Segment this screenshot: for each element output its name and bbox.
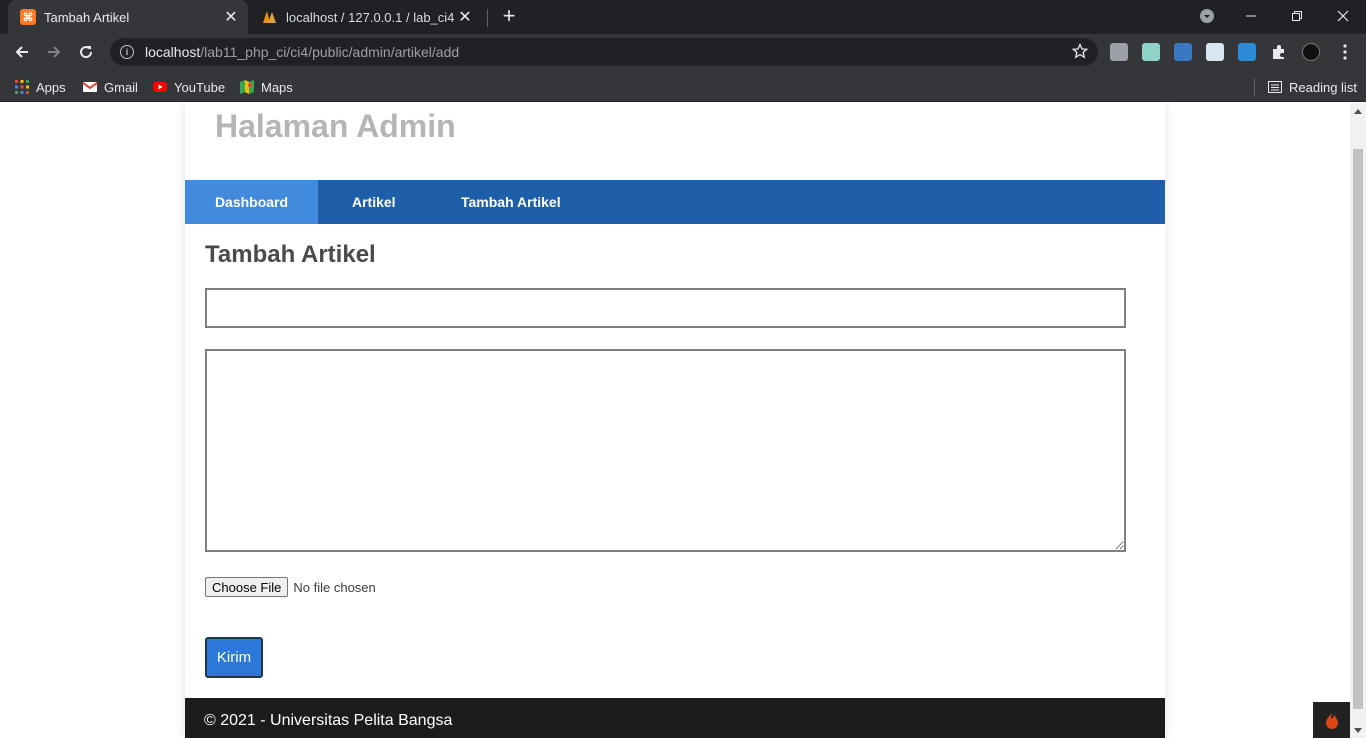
- page-viewport: Halaman Admin Dashboard Artikel Tambah A…: [0, 103, 1350, 738]
- page-heading: Tambah Artikel: [205, 241, 376, 268]
- close-window-button[interactable]: [1320, 0, 1366, 32]
- bookmarks-separator: [1254, 78, 1255, 96]
- codeigniter-debug-toolbar-button[interactable]: [1313, 702, 1350, 738]
- site-info-icon[interactable]: i: [120, 45, 134, 59]
- file-upload-row: Choose File No file chosen: [205, 577, 376, 597]
- file-status-text: No file chosen: [293, 579, 376, 595]
- forward-button[interactable]: [40, 38, 68, 66]
- extension-image-icon[interactable]: [1174, 43, 1192, 61]
- maps-icon: [240, 80, 254, 94]
- choose-file-button[interactable]: Choose File: [205, 577, 289, 597]
- tab-tambah-artikel[interactable]: ⌘ Tambah Artikel ✕: [8, 0, 248, 34]
- minimize-button[interactable]: [1228, 0, 1274, 32]
- reload-icon: [80, 46, 93, 59]
- url-host: localhost: [145, 44, 201, 60]
- bookmark-label: Gmail: [104, 79, 138, 95]
- extension-feather-icon[interactable]: [1142, 43, 1160, 61]
- tab-phpmyadmin[interactable]: localhost / 127.0.0.1 / lab_ci4 / us ✕: [250, 0, 482, 34]
- footer-text: © 2021 - Universitas Pelita Bangsa: [204, 712, 453, 729]
- reading-list-label: Reading list: [1289, 79, 1357, 95]
- main-navbar: Dashboard Artikel Tambah Artikel: [185, 180, 1165, 224]
- bookmark-gmail[interactable]: Gmail: [82, 78, 138, 96]
- bookmarks-bar: Apps Gmail YouTube Maps Reading list: [0, 70, 1366, 102]
- arrow-right-icon: [48, 46, 61, 58]
- new-tab-button[interactable]: +: [498, 5, 520, 29]
- site-title: Halaman Admin: [215, 108, 456, 144]
- apps-grid-icon: [15, 80, 29, 94]
- page-footer: © 2021 - Universitas Pelita Bangsa: [185, 698, 1165, 738]
- nav-dashboard[interactable]: Dashboard: [185, 180, 318, 224]
- url-text: localhost/lab11_php_ci/ci4/public/admin/…: [145, 44, 459, 60]
- extension-cloud-icon[interactable]: [1206, 43, 1224, 61]
- bookmark-label: Maps: [261, 79, 293, 95]
- close-icon: [1337, 10, 1349, 22]
- extensions-puzzle-icon[interactable]: [1270, 43, 1288, 61]
- address-bar[interactable]: i localhost/lab11_php_ci/ci4/public/admi…: [110, 38, 1098, 66]
- bookmark-maps[interactable]: Maps: [239, 78, 293, 96]
- back-button[interactable]: [8, 38, 36, 66]
- bookmark-label: Apps: [36, 79, 66, 95]
- tab-separator: [487, 9, 488, 27]
- gmail-icon: [82, 82, 98, 92]
- admin-container: Halaman Admin Dashboard Artikel Tambah A…: [185, 103, 1165, 738]
- reading-list-button[interactable]: Reading list: [1267, 78, 1357, 96]
- kirim-button[interactable]: Kirim: [205, 637, 263, 678]
- chevron-down-circle-icon: [1200, 9, 1214, 23]
- tab-search-button[interactable]: [1184, 0, 1230, 32]
- profile-avatar-icon[interactable]: [1302, 43, 1320, 61]
- bookmark-label: YouTube: [174, 79, 226, 95]
- tab-title: localhost / 127.0.0.1 / lab_ci4 / us: [286, 9, 456, 25]
- minimize-icon: [1246, 15, 1256, 17]
- nav-tambah-artikel[interactable]: Tambah Artikel: [461, 180, 561, 224]
- scroll-up-arrow-icon[interactable]: [1354, 109, 1362, 114]
- youtube-icon: [153, 82, 167, 92]
- isi-textarea[interactable]: [205, 349, 1126, 552]
- url-path: /lab11_php_ci/ci4/public/admin/artikel/a…: [200, 44, 460, 60]
- page-scrollbar[interactable]: [1350, 103, 1366, 738]
- restore-button[interactable]: [1274, 0, 1320, 32]
- bookmark-apps[interactable]: Apps: [14, 78, 66, 96]
- judul-input[interactable]: [205, 288, 1126, 328]
- menu-kebab-icon[interactable]: [1336, 43, 1354, 61]
- restore-icon: [1292, 11, 1302, 21]
- reading-list-icon: [1268, 81, 1282, 93]
- codeigniter-flame-icon: [1325, 710, 1338, 729]
- scroll-down-arrow-icon[interactable]: [1354, 728, 1362, 733]
- tab-title: Tambah Artikel: [44, 9, 130, 25]
- scroll-thumb[interactable]: [1353, 149, 1363, 709]
- arrow-left-icon: [15, 46, 28, 58]
- reload-button[interactable]: [72, 38, 100, 66]
- browser-tab-bar: ⌘ Tambah Artikel ✕ localhost / 127.0.0.1…: [0, 0, 1366, 34]
- xampp-icon: ⌘: [20, 9, 36, 25]
- close-tab-icon[interactable]: ✕: [222, 8, 240, 26]
- bookmark-star-icon[interactable]: [1071, 42, 1089, 64]
- nav-artikel[interactable]: Artikel: [352, 180, 396, 224]
- extension-printer-icon[interactable]: [1110, 43, 1128, 61]
- extension-home-icon[interactable]: [1238, 43, 1256, 61]
- bookmark-youtube[interactable]: YouTube: [152, 78, 225, 96]
- phpmyadmin-icon: [262, 9, 278, 25]
- close-tab-icon[interactable]: ✕: [456, 8, 474, 26]
